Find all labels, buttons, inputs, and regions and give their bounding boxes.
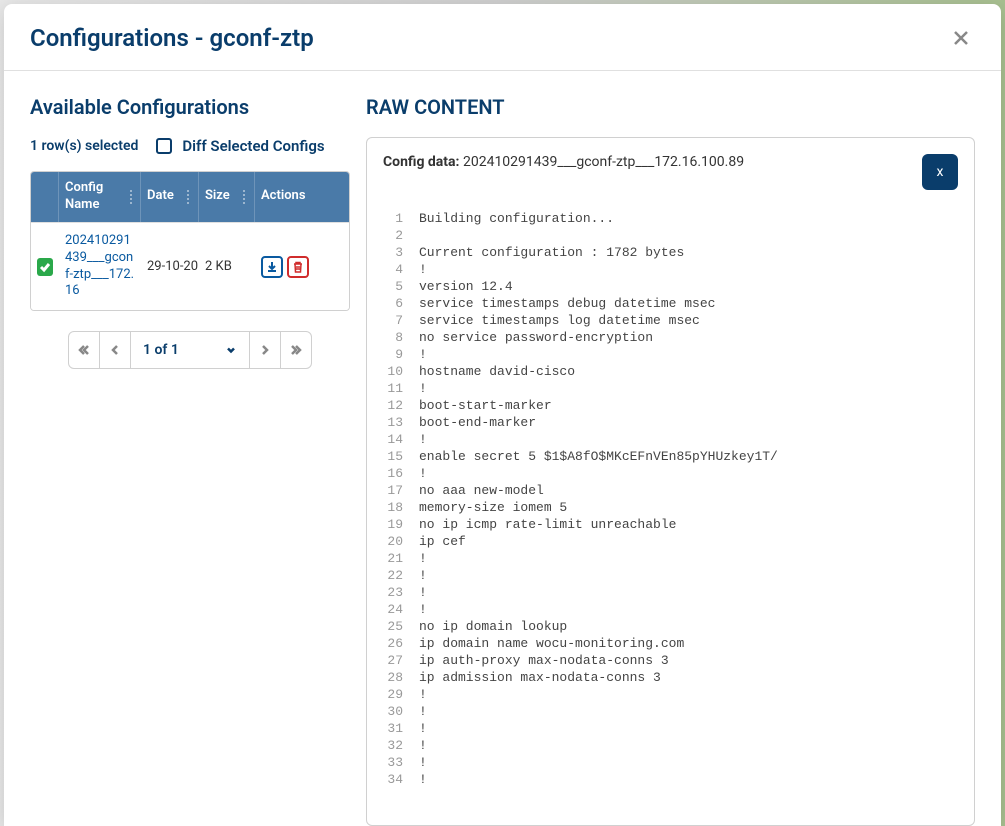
col-config-name[interactable]: Config Name [59, 172, 141, 222]
page-label: 1 of 1 [143, 342, 179, 358]
col-actions: Actions [255, 172, 349, 222]
raw-content-panel: Config data: 202410291439___gconf-ztp___… [366, 137, 975, 826]
grip-icon [127, 190, 134, 204]
col-size-label: Size [205, 188, 230, 205]
raw-content-title: RAW CONTENT [366, 95, 975, 119]
table-row[interactable]: 202410291439___gconf-ztp___172.16 29-10-… [31, 222, 349, 311]
cell-config-name[interactable]: 202410291439___gconf-ztp___172.16 [59, 223, 141, 311]
page-last-button[interactable] [280, 331, 312, 369]
diff-label: Diff Selected Configs [182, 137, 324, 155]
raw-header: Config data: 202410291439___gconf-ztp___… [383, 154, 958, 190]
modal-header: Configurations - gconf-ztp [4, 4, 1001, 71]
right-panel: RAW CONTENT Config data: 202410291439___… [366, 95, 975, 826]
modal-body: Available Configurations 1 row(s) select… [4, 71, 1001, 826]
cell-size: 2 KB [199, 249, 255, 284]
code-content: Building configuration...Current configu… [419, 210, 958, 825]
close-icon[interactable] [947, 24, 975, 52]
chevron-down-icon [225, 344, 237, 356]
page-first-button[interactable] [68, 331, 100, 369]
grip-icon [184, 190, 192, 204]
rows-selected-text: 1 row(s) selected [30, 138, 138, 154]
page-prev-button[interactable] [99, 331, 131, 369]
config-table: Config Name Date Size Actions [30, 171, 350, 311]
download-icon[interactable] [261, 256, 283, 278]
config-modal: Configurations - gconf-ztp Available Con… [4, 4, 1001, 826]
table-header: Config Name Date Size Actions [31, 172, 349, 222]
grip-icon [240, 190, 248, 204]
available-configs-title: Available Configurations [30, 95, 350, 119]
config-data-key: Config data: [383, 154, 459, 170]
page-select[interactable]: 1 of 1 [130, 331, 250, 369]
col-checkbox [31, 172, 59, 222]
modal-title: Configurations - gconf-ztp [30, 24, 314, 52]
col-date-label: Date [147, 188, 174, 205]
selection-row: 1 row(s) selected Diff Selected Configs [30, 137, 350, 155]
trash-icon[interactable] [287, 256, 309, 278]
left-panel: Available Configurations 1 row(s) select… [30, 95, 350, 826]
line-numbers: 1234567891011121314151617181920212223242… [383, 210, 419, 825]
col-size[interactable]: Size [199, 172, 255, 222]
pagination: 1 of 1 [30, 331, 350, 369]
row-checkbox[interactable] [31, 248, 59, 286]
col-actions-label: Actions [261, 188, 306, 205]
checkbox-checked-icon [37, 258, 53, 276]
code-viewer[interactable]: 1234567891011121314151617181920212223242… [383, 210, 958, 825]
cell-actions [255, 246, 349, 288]
col-date[interactable]: Date [141, 172, 199, 222]
col-name-label: Config Name [65, 180, 127, 214]
close-panel-button[interactable]: x [922, 154, 958, 190]
cell-date: 29-10-20 [141, 249, 199, 284]
page-next-button[interactable] [249, 331, 281, 369]
diff-selected-checkbox[interactable]: Diff Selected Configs [156, 137, 324, 155]
checkbox-icon [156, 138, 172, 154]
config-data-value: 202410291439___gconf-ztp___172.16.100.89 [463, 154, 744, 170]
config-data-label: Config data: 202410291439___gconf-ztp___… [383, 154, 744, 170]
